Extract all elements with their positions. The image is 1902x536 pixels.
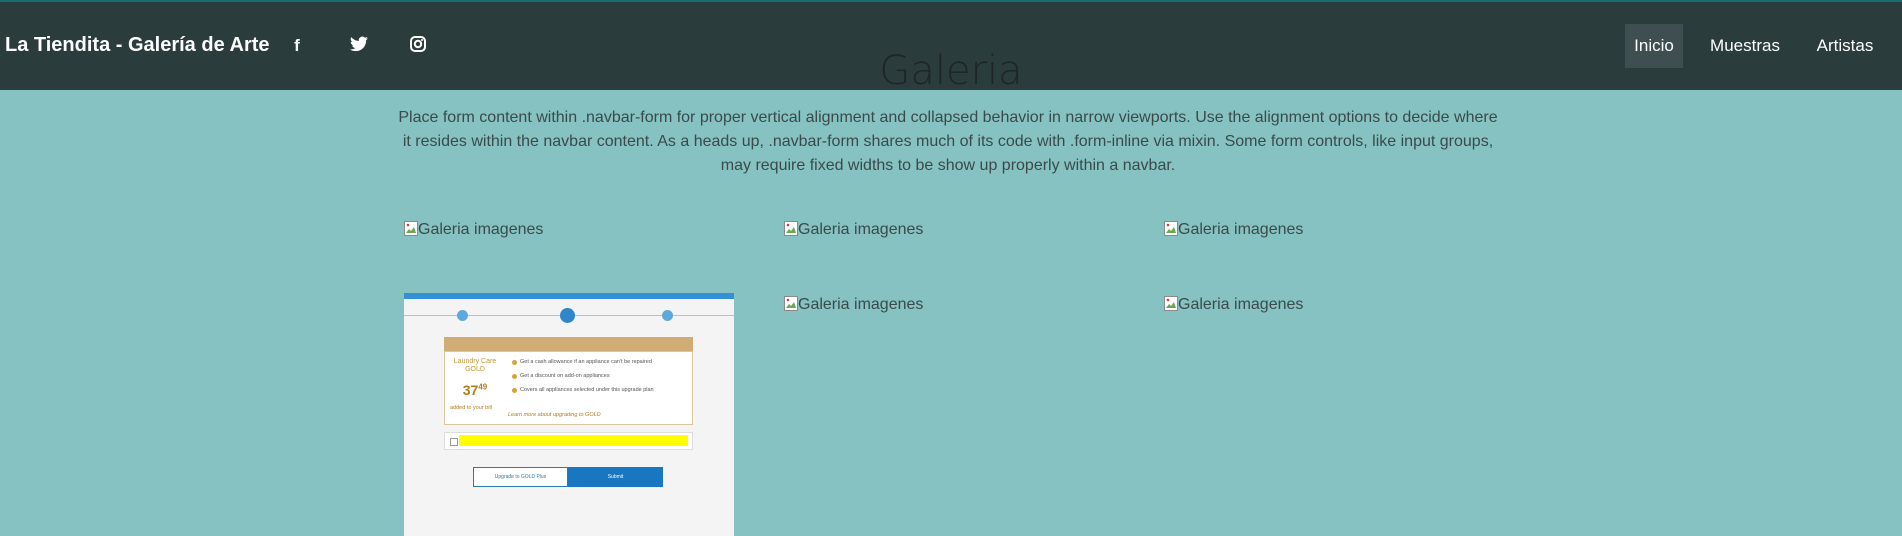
- highlighted-consent-text: [459, 435, 688, 446]
- gallery-image[interactable]: Galeria imagenes: [784, 221, 923, 239]
- gallery-image[interactable]: Galeria imagenes: [1164, 296, 1303, 314]
- consent-checkbox[interactable]: [450, 438, 458, 446]
- upgrade-gold-plus-button[interactable]: Upgrade to GOLD Plus: [473, 467, 568, 487]
- price-note: added to your bill: [450, 405, 492, 411]
- submit-button[interactable]: Submit: [568, 467, 663, 487]
- page-title: Galeria: [879, 48, 1023, 94]
- feature-item: Get a cash allowance if an appliance can…: [520, 359, 652, 365]
- learn-more-link[interactable]: Learn more about upgrading to GOLD: [508, 412, 601, 419]
- star-icon: [512, 360, 517, 365]
- gallery-image[interactable]: Galeria imagenes: [1164, 221, 1303, 239]
- gallery-image-loaded[interactable]: Laundry Care GOLD 3749 added to your bil…: [404, 293, 734, 536]
- broken-image-icon: [1164, 296, 1178, 311]
- step-next-icon: [662, 310, 673, 321]
- gallery-image[interactable]: Galeria imagenes: [784, 296, 923, 314]
- page-description: Place form content within .navbar-form f…: [398, 109, 1498, 174]
- star-icon: [512, 388, 517, 393]
- broken-image-icon: [1164, 221, 1178, 236]
- plan-name: Laundry Care GOLD: [453, 358, 497, 373]
- step-complete-icon: [457, 310, 468, 321]
- feature-item: Covers all appliances selected under thi…: [520, 387, 654, 393]
- broken-image-icon: [784, 221, 798, 236]
- broken-image-icon: [784, 296, 798, 311]
- broken-image-icon: [404, 221, 418, 236]
- feature-item: Get a discount on add-on appliances: [520, 373, 610, 379]
- star-icon: [512, 374, 517, 379]
- plan-card-header: [444, 337, 693, 351]
- gallery-image[interactable]: Galeria imagenes: [404, 221, 543, 239]
- plan-price: 3749: [462, 382, 488, 398]
- step-current-icon: [560, 308, 575, 323]
